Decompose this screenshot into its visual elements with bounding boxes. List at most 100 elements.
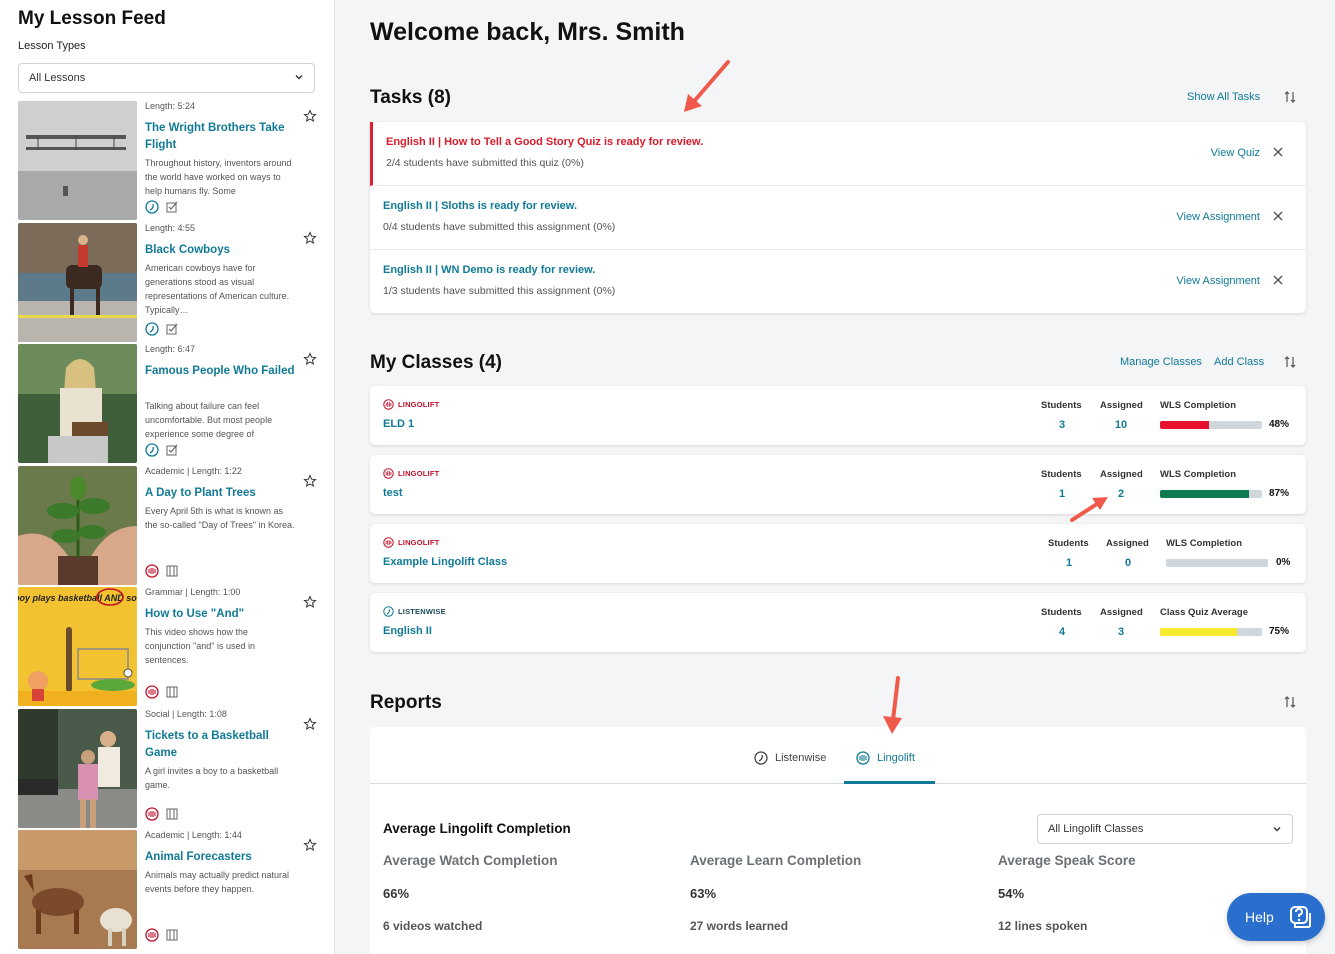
lingolift-icon	[383, 399, 394, 410]
lesson-item[interactable]: Social | Length: 1:08 Tickets to a Baske…	[0, 708, 334, 831]
lesson-feed-sidebar: My Lesson Feed Lesson Types All Lessons …	[0, 0, 335, 954]
lesson-thumbnail[interactable]	[18, 708, 137, 828]
lesson-meta: Academic | Length: 1:44	[145, 830, 242, 840]
star-icon[interactable]	[303, 352, 317, 366]
class-name[interactable]: test	[383, 487, 403, 499]
lesson-item[interactable]: Length: 6:47 Famous People Who Failed Ta…	[0, 344, 334, 466]
students-count[interactable]: 4	[1037, 626, 1087, 638]
star-icon[interactable]	[303, 109, 317, 123]
lesson-title[interactable]: How to Use "And"	[145, 606, 295, 623]
lesson-thumbnail[interactable]	[18, 465, 137, 585]
students-label: Students	[1041, 400, 1082, 411]
class-filter-select[interactable]: All Lingolift Classes	[1037, 814, 1293, 844]
metric-label: WLS Completion	[1160, 400, 1236, 411]
class-name[interactable]: ELD 1	[383, 418, 414, 430]
lesson-thumbnail[interactable]	[18, 344, 137, 463]
class-card[interactable]: LINGOLIFT ELD 1 Students Assigned WLS Co…	[370, 386, 1306, 445]
video-icon	[166, 686, 178, 698]
active-tab-indicator	[844, 781, 935, 784]
annotation-arrow	[883, 676, 902, 734]
lesson-title[interactable]: The Wright Brothers Take Flight	[145, 120, 295, 154]
completion-bar	[1166, 559, 1268, 567]
lesson-item[interactable]: Academic | Length: 1:44 Animal Forecaste…	[0, 830, 334, 952]
sort-icon[interactable]	[1283, 355, 1297, 369]
lesson-item[interactable]: Academic | Length: 1:22 A Day to Plant T…	[0, 465, 334, 588]
assigned-count[interactable]: 3	[1096, 626, 1146, 638]
metric-label: WLS Completion	[1160, 469, 1236, 480]
star-icon[interactable]	[303, 473, 317, 488]
students-count[interactable]: 3	[1037, 419, 1087, 431]
view-assignment-link[interactable]: View Assignment	[1176, 211, 1260, 223]
average-completion-heading: Average Lingolift Completion	[383, 821, 571, 836]
lingolift-brand: LINGOLIFT	[383, 399, 439, 410]
tab-lingolift-label: Lingolift	[877, 752, 915, 764]
lesson-thumbnail[interactable]: boy plays basketball AND socc	[18, 587, 137, 706]
lesson-title[interactable]: Tickets to a Basketball Game	[145, 728, 295, 762]
sort-icon[interactable]	[1283, 90, 1297, 104]
listenwise-icon	[145, 321, 159, 336]
lesson-title[interactable]: A Day to Plant Trees	[145, 485, 295, 502]
star-icon[interactable]	[303, 838, 317, 852]
lingolift-icon	[145, 563, 159, 578]
listenwise-icon	[383, 606, 394, 617]
lesson-types-select[interactable]: All Lessons	[18, 63, 315, 93]
lesson-title[interactable]: Animal Forecasters	[145, 849, 295, 866]
stat-label: Average Learn Completion	[690, 853, 862, 868]
video-icon	[166, 565, 178, 576]
tab-listenwise[interactable]: Listenwise	[754, 751, 826, 765]
students-label: Students	[1048, 538, 1089, 549]
lesson-thumbnail[interactable]	[18, 101, 137, 220]
lesson-description: Animals may actually predict natural eve…	[145, 870, 290, 894]
view-assignment-link[interactable]: View Assignment	[1176, 275, 1260, 287]
lesson-thumbnail[interactable]	[18, 830, 137, 949]
lesson-item[interactable]: Length: 5:24 The Wright Brothers Take Fl…	[0, 101, 334, 223]
star-icon[interactable]	[303, 230, 317, 245]
lesson-thumbnail[interactable]	[18, 222, 137, 342]
students-count[interactable]: 1	[1044, 557, 1094, 569]
task-item: English II | WN Demo is ready for review…	[370, 250, 1306, 314]
metric-label: WLS Completion	[1166, 538, 1242, 549]
lesson-type-icons	[145, 563, 179, 578]
show-all-tasks-link[interactable]: Show All Tasks	[1187, 91, 1260, 103]
dashboard-main: Welcome back, Mrs. Smith Tasks (8) Show …	[335, 0, 1335, 954]
lesson-description: American cowboys have for generations st…	[145, 262, 290, 315]
class-name[interactable]: English II	[383, 625, 432, 637]
lesson-description: A girl invites a boy to a basketball gam…	[145, 765, 279, 790]
class-card[interactable]: LINGOLIFT test Students Assigned WLS Com…	[370, 455, 1306, 514]
lingolift-brand: LINGOLIFT	[383, 468, 439, 479]
tasks-card: English II | How to Tell a Good Story Qu…	[370, 122, 1306, 313]
lingolift-icon	[383, 468, 394, 479]
task-status: 2/4 students have submitted this quiz (0…	[386, 157, 584, 169]
close-icon[interactable]	[1272, 210, 1284, 222]
lesson-item[interactable]: Length: 4:55 Black Cowboys American cowb…	[0, 222, 334, 345]
task-title: English II | WN Demo is ready for review…	[383, 264, 596, 276]
class-card[interactable]: LINGOLIFT Example Lingolift Class Studen…	[370, 524, 1306, 583]
view-quiz-link[interactable]: View Quiz	[1211, 147, 1260, 159]
class-card[interactable]: LISTENWISE English II Students Assigned …	[370, 593, 1306, 652]
lesson-item[interactable]: boy plays basketball AND socc Grammar | …	[0, 587, 334, 709]
star-icon[interactable]	[303, 595, 317, 609]
lingolift-brand: LINGOLIFT	[383, 537, 439, 548]
lesson-description: Talking about failure can feel uncomfort…	[145, 401, 273, 439]
class-name[interactable]: Example Lingolift Class	[383, 556, 507, 568]
add-class-link[interactable]: Add Class	[1214, 356, 1264, 368]
close-icon[interactable]	[1272, 274, 1284, 286]
welcome-heading: Welcome back, Mrs. Smith	[370, 18, 685, 46]
lesson-type-icons	[145, 443, 179, 457]
close-icon[interactable]	[1272, 146, 1284, 158]
star-icon[interactable]	[303, 716, 317, 731]
assigned-count[interactable]: 0	[1103, 557, 1153, 569]
completion-fill	[1160, 628, 1237, 636]
lesson-title[interactable]: Famous People Who Failed	[145, 363, 295, 380]
help-button[interactable]: Help	[1227, 893, 1325, 941]
tab-lingolift[interactable]: Lingolift	[856, 751, 915, 765]
assigned-count[interactable]: 10	[1096, 419, 1146, 431]
sort-icon[interactable]	[1283, 695, 1297, 709]
classes-heading: My Classes (4)	[370, 352, 503, 373]
lingolift-icon	[145, 685, 159, 699]
task-status: 0/4 students have submitted this assignm…	[383, 221, 616, 233]
lesson-title[interactable]: Black Cowboys	[145, 242, 295, 259]
quiz-icon	[166, 201, 178, 213]
annotation-arrow	[684, 60, 730, 112]
manage-classes-link[interactable]: Manage Classes	[1120, 356, 1202, 368]
